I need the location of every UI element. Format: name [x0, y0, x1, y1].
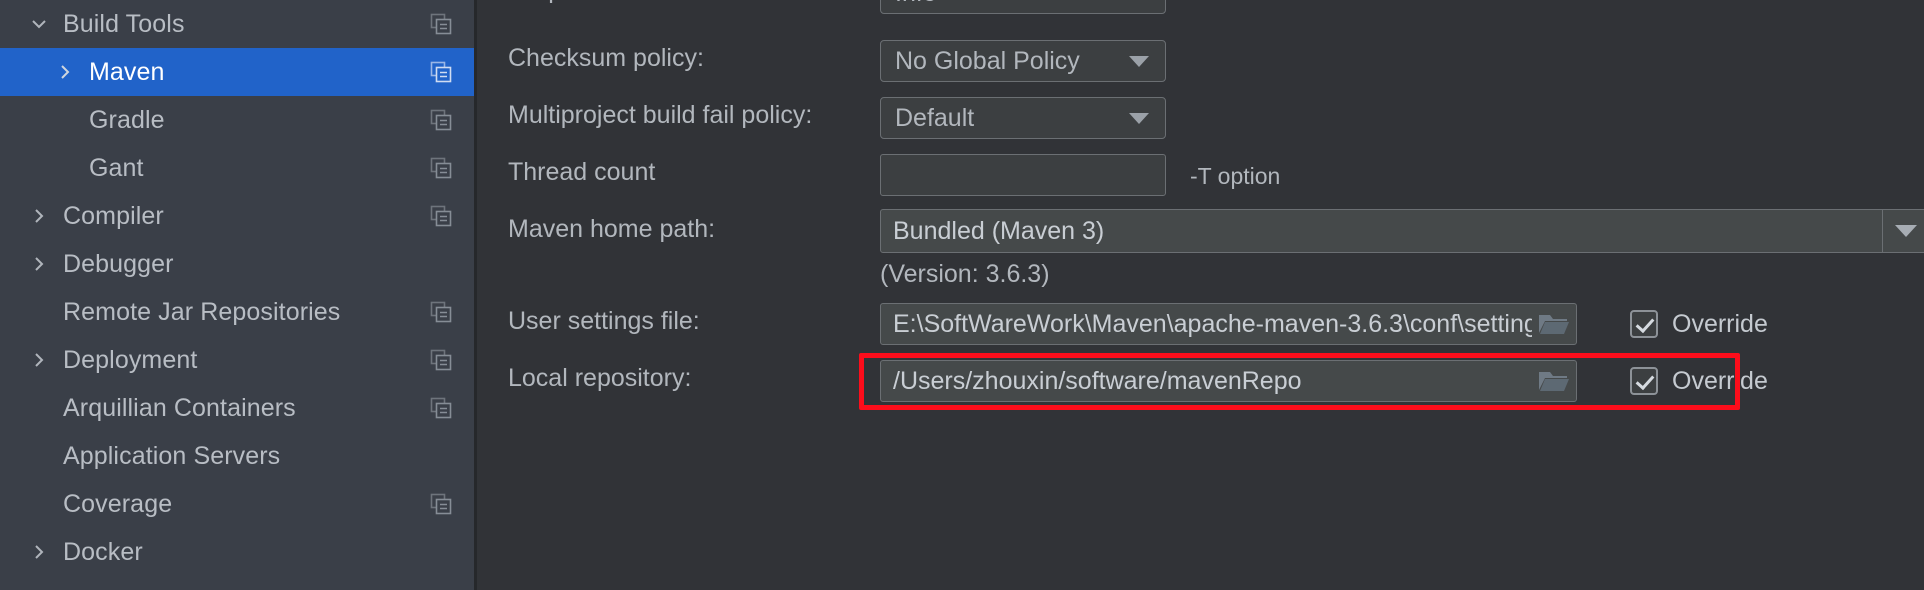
thread-count-hint: -T option — [1190, 163, 1281, 189]
sidebar-item-label: Gradle — [89, 105, 165, 134]
chevron-down-icon — [1129, 55, 1149, 67]
multiproject-policy-combo[interactable]: Default — [880, 97, 1166, 139]
settings-dialog-body: Build Tools Maven Gradle Gant Compiler D… — [0, 0, 1924, 590]
chevron-right-icon[interactable] — [26, 528, 52, 576]
sidebar-item-deployment[interactable]: Deployment — [0, 336, 474, 384]
output-level-combo[interactable]: Info — [880, 0, 1166, 14]
multiproject-policy-value: Default — [895, 103, 975, 132]
sidebar-item-label: Compiler — [63, 201, 164, 230]
checksum-policy-value: No Global Policy — [895, 46, 1080, 75]
user-settings-override-checkbox[interactable]: Override — [1630, 303, 1768, 345]
sidebar-item-debugger[interactable]: Debugger — [0, 240, 474, 288]
settings-category-tree[interactable]: Build Tools Maven Gradle Gant Compiler D… — [0, 0, 474, 590]
copy-icon[interactable] — [430, 157, 452, 179]
local-repository-input[interactable]: /Users/zhouxin/software/mavenRepo — [880, 360, 1577, 402]
local-repository-value: /Users/zhouxin/software/mavenRepo — [893, 366, 1302, 395]
sidebar-item-label: Debugger — [63, 249, 174, 278]
checksum-policy-label: Checksum policy: — [508, 44, 704, 72]
copy-icon[interactable] — [430, 61, 452, 83]
chevron-down-icon[interactable] — [1882, 210, 1924, 252]
output-level-label: Output level: — [508, 0, 648, 14]
multiproject-policy-label: Multiproject build fail policy: — [508, 101, 813, 129]
thread-count-input[interactable] — [880, 154, 1166, 196]
sidebar-item-gant[interactable]: Gant — [0, 144, 474, 192]
chevron-down-icon — [1129, 112, 1149, 124]
local-repository-override-label: Override — [1672, 366, 1768, 395]
sidebar-item-arquillian-containers[interactable]: Arquillian Containers — [0, 384, 474, 432]
user-settings-file-value: E:\SoftWareWork\Maven\apache-maven-3.6.3… — [893, 309, 1532, 338]
chevron-right-icon[interactable] — [26, 336, 52, 384]
chevron-right-icon[interactable] — [26, 240, 52, 288]
checkbox-icon[interactable] — [1630, 367, 1658, 395]
checksum-policy-combo[interactable]: No Global Policy — [880, 40, 1166, 82]
sidebar-item-label: Deployment — [63, 345, 198, 374]
sidebar-item-compiler[interactable]: Compiler — [0, 192, 474, 240]
maven-home-path-combo[interactable]: Bundled (Maven 3) — [880, 209, 1924, 253]
chevron-down-icon[interactable] — [26, 0, 52, 48]
maven-home-path-value: Bundled (Maven 3) — [893, 216, 1105, 245]
copy-icon[interactable] — [430, 109, 452, 131]
sidebar-item-label: Arquillian Containers — [63, 393, 296, 422]
checkbox-icon[interactable] — [1630, 310, 1658, 338]
sidebar-item-label: Docker — [63, 537, 143, 566]
sidebar-item-maven[interactable]: Maven — [0, 48, 474, 96]
thread-count-label: Thread count — [508, 158, 656, 186]
copy-icon[interactable] — [430, 13, 452, 35]
sidebar-item-gradle[interactable]: Gradle — [0, 96, 474, 144]
folder-icon[interactable] — [1532, 303, 1576, 345]
copy-icon[interactable] — [430, 205, 452, 227]
maven-settings-panel: Output level: Info Checksum policy: No G… — [477, 0, 1924, 590]
maven-home-path-label: Maven home path: — [508, 215, 716, 243]
local-repository-override-checkbox[interactable]: Override — [1630, 360, 1768, 402]
sidebar-item-label: Build Tools — [63, 9, 185, 38]
user-settings-file-input[interactable]: E:\SoftWareWork\Maven\apache-maven-3.6.3… — [880, 303, 1577, 345]
sidebar-item-application-servers[interactable]: Application Servers — [0, 432, 474, 480]
folder-icon[interactable] — [1532, 360, 1576, 402]
copy-icon[interactable] — [430, 397, 452, 419]
sidebar-item-label: Remote Jar Repositories — [63, 297, 341, 326]
copy-icon[interactable] — [430, 493, 452, 515]
chevron-right-icon[interactable] — [52, 48, 78, 96]
sidebar-item-label: Coverage — [63, 489, 173, 518]
maven-version-text: (Version: 3.6.3) — [880, 260, 1050, 288]
copy-icon[interactable] — [430, 349, 452, 371]
sidebar-item-label: Application Servers — [63, 441, 281, 470]
sidebar-item-build-tools[interactable]: Build Tools — [0, 0, 474, 48]
sidebar-item-coverage[interactable]: Coverage — [0, 480, 474, 528]
local-repository-label: Local repository: — [508, 364, 692, 392]
sidebar-item-label: Maven — [89, 57, 165, 86]
sidebar-item-docker[interactable]: Docker — [0, 528, 474, 576]
output-level-value: Info — [881, 0, 937, 8]
sidebar-item-label: Gant — [89, 153, 144, 182]
sidebar-item-remote-jar-repositories[interactable]: Remote Jar Repositories — [0, 288, 474, 336]
user-settings-override-label: Override — [1672, 309, 1768, 338]
chevron-right-icon[interactable] — [26, 192, 52, 240]
copy-icon[interactable] — [430, 301, 452, 323]
user-settings-file-label: User settings file: — [508, 307, 700, 335]
